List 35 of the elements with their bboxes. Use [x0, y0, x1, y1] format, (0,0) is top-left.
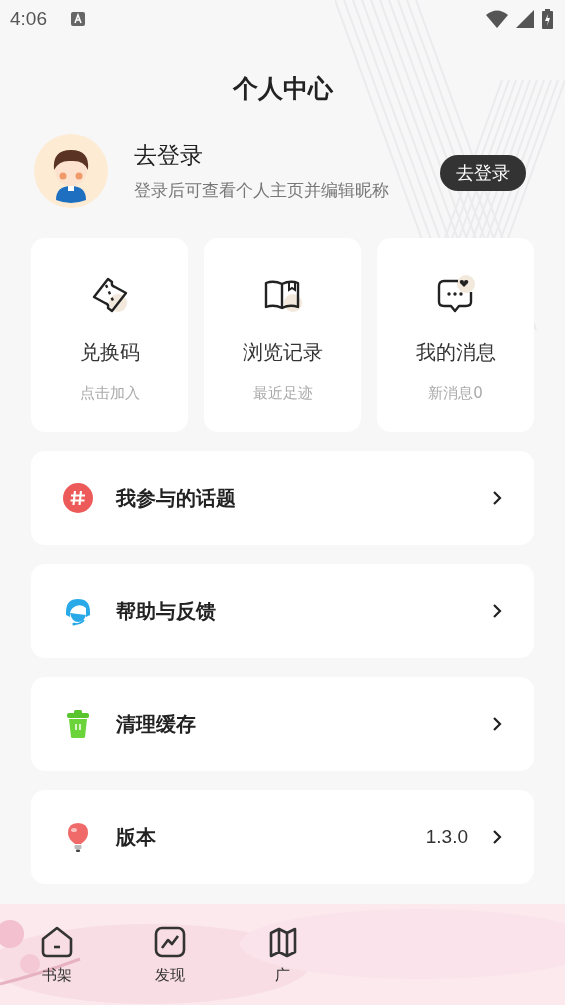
menu-label: 版本 — [116, 823, 157, 851]
page-title: 个人中心 — [232, 73, 333, 105]
menu-label: 我参与的话题 — [116, 484, 237, 512]
card-caption: 新消息0 — [428, 384, 483, 403]
card-caption: 最近足迹 — [252, 384, 313, 403]
version-number: 1.3.0 — [425, 826, 468, 848]
tab[interactable]: 广 — [226, 904, 339, 1005]
wifi-icon — [486, 10, 508, 28]
status-time: 4:06 — [10, 8, 47, 30]
menu-row[interactable]: 清理缓存 — [31, 677, 534, 771]
card-title: 浏览记录 — [242, 339, 323, 366]
login-hint: 登录后可查看个人主页并编辑昵称 — [134, 179, 390, 202]
card-caption: 点击加入 — [79, 384, 140, 403]
login-button[interactable]: 去登录 — [440, 155, 526, 191]
signal-icon — [516, 10, 534, 28]
hashtag-icon — [62, 482, 94, 514]
menu-row[interactable]: 我参与的话题 — [31, 451, 534, 545]
menu-row[interactable]: 帮助与反馈 — [31, 564, 534, 658]
chevron-right-icon — [490, 715, 504, 733]
card-title: 兑换码 — [79, 339, 140, 366]
chevron-right-icon — [490, 489, 504, 507]
shortcut-card[interactable]: 兑换码 点击加入 — [31, 238, 188, 432]
menu-row[interactable]: 版本 1.3.0 — [31, 790, 534, 884]
shortcut-card[interactable]: 浏览记录 最近足迹 — [204, 238, 361, 432]
battery-icon — [542, 9, 553, 29]
login-prompt[interactable]: 去登录 — [134, 140, 203, 171]
tab[interactable]: 发现 — [113, 904, 226, 1005]
menu-label: 清理缓存 — [116, 710, 197, 738]
keyboard-icon — [71, 12, 85, 26]
chevron-right-icon — [490, 602, 504, 620]
shortcut-card[interactable]: 我的消息 新消息0 — [377, 238, 534, 432]
menu-label: 帮助与反馈 — [116, 597, 217, 625]
card-title: 我的消息 — [415, 339, 496, 366]
tab[interactable]: 书架 — [0, 904, 113, 1005]
chevron-right-icon — [490, 828, 504, 846]
